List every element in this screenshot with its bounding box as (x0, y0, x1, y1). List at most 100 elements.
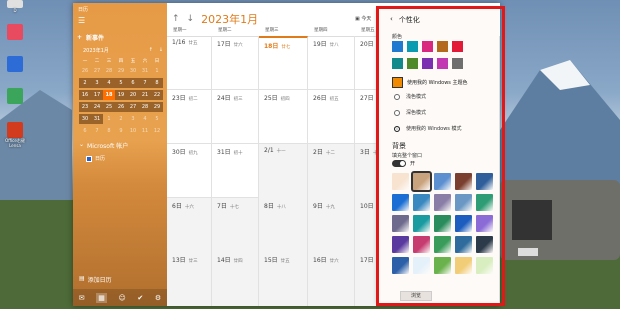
mini-day[interactable]: 1 (151, 66, 163, 76)
background-thumbnail[interactable] (434, 194, 451, 211)
today-button[interactable]: ▣ 今天 (355, 15, 371, 22)
mini-day[interactable]: 3 (91, 78, 103, 88)
month-title[interactable]: 2023年1月 (201, 11, 258, 27)
mini-day[interactable]: 29 (151, 102, 163, 112)
day-cell[interactable]: 17日 廿六 (212, 36, 259, 90)
background-thumbnail[interactable] (411, 171, 432, 192)
color-swatch[interactable] (422, 41, 433, 52)
background-thumbnail[interactable] (476, 194, 493, 211)
mini-day[interactable]: 30 (79, 114, 91, 124)
mini-day[interactable]: 28 (139, 102, 151, 112)
day-cell[interactable]: 25日 初四 (259, 90, 308, 144)
mini-day[interactable]: 2 (115, 114, 127, 124)
mini-day[interactable]: 2 (79, 78, 91, 88)
radio-dark-mode[interactable]: 深色模式 (394, 109, 426, 116)
color-swatch[interactable] (407, 41, 418, 52)
mini-day[interactable]: 16 (79, 90, 91, 100)
radio-button[interactable] (394, 93, 400, 100)
day-cell[interactable]: 23日 初二 (167, 90, 212, 144)
background-thumbnail[interactable] (455, 236, 472, 253)
radio-button[interactable] (394, 109, 400, 116)
mini-day[interactable]: 28 (103, 66, 115, 76)
down-arrow-icon[interactable]: ↓ (159, 47, 163, 53)
mini-day[interactable]: 31 (139, 66, 151, 76)
day-cell[interactable]: 30日 初九 (167, 144, 212, 198)
color-swatch[interactable] (392, 41, 403, 52)
mini-day[interactable]: 9 (115, 126, 127, 136)
mini-day[interactable]: 11 (139, 126, 151, 136)
mini-day[interactable]: 6 (127, 78, 139, 88)
mini-day[interactable]: 7 (91, 126, 103, 136)
prev-month-icon[interactable]: ↑ (172, 14, 180, 24)
mini-day[interactable]: 6 (79, 126, 91, 136)
people-icon[interactable]: ☺ (118, 294, 125, 302)
mini-day[interactable]: 19 (115, 90, 127, 100)
account-header[interactable]: ⌄ Microsoft 帐户 (79, 141, 128, 150)
day-cell[interactable]: 19日 廿八 (308, 36, 355, 90)
day-cell[interactable]: 2日 十二 (308, 144, 355, 198)
radio-light-mode[interactable]: 浅色模式 (394, 93, 426, 100)
hamburger-menu-icon[interactable]: ☰ (78, 17, 85, 25)
mini-day[interactable]: 1 (103, 114, 115, 124)
color-swatch[interactable] (437, 58, 448, 69)
day-cell[interactable]: 16日 廿六 (308, 252, 355, 306)
next-month-icon[interactable]: ↓ (187, 14, 195, 24)
background-thumbnail[interactable] (434, 173, 451, 190)
day-cell[interactable]: 6日 十六 (167, 198, 212, 252)
mini-day[interactable]: 31 (91, 114, 103, 124)
add-calendar-button[interactable]: ▤ 添加日历 (79, 275, 112, 284)
mini-day[interactable]: 4 (103, 78, 115, 88)
mini-day[interactable]: 5 (115, 78, 127, 88)
mini-day[interactable]: 17 (91, 90, 103, 100)
toggle-switch[interactable] (392, 160, 406, 167)
color-swatch[interactable] (422, 58, 433, 69)
settings-gear-icon[interactable]: ⚙ (155, 294, 161, 302)
mini-month-label[interactable]: 2023年1月 (83, 47, 109, 54)
background-thumbnail[interactable] (434, 236, 451, 253)
windows-color-swatch[interactable] (392, 77, 403, 88)
background-thumbnail[interactable] (455, 194, 472, 211)
background-thumbnail[interactable] (476, 236, 493, 253)
checkbox-checked[interactable] (86, 155, 92, 162)
mail-icon[interactable]: ✉ (79, 294, 85, 302)
day-cell[interactable]: 7日 十七 (212, 198, 259, 252)
mini-day[interactable]: 24 (91, 102, 103, 112)
day-cell[interactable]: 13日 廿三 (167, 252, 212, 306)
background-thumbnail[interactable] (392, 257, 409, 274)
background-thumbnail[interactable] (476, 215, 493, 232)
background-thumbnail[interactable] (434, 215, 451, 232)
day-cell[interactable]: 15日 廿五 (259, 252, 308, 306)
background-thumbnail[interactable] (455, 215, 472, 232)
mini-day[interactable]: 5 (151, 114, 163, 124)
mini-day-selected[interactable]: 18 (103, 90, 115, 100)
desktop-icon[interactable] (4, 24, 26, 40)
todo-icon[interactable]: ✔ (137, 294, 143, 302)
day-cell[interactable]: 31日 初十 (212, 144, 259, 198)
mini-day[interactable]: 8 (103, 126, 115, 136)
new-event-button[interactable]: + 新事件 (77, 33, 104, 42)
mini-day[interactable]: 4 (139, 114, 151, 124)
background-thumbnail[interactable] (392, 236, 409, 253)
mini-day[interactable]: 26 (79, 66, 91, 76)
desktop-icon[interactable]: Office右键Lensa (4, 122, 26, 148)
background-thumbnail[interactable] (392, 194, 409, 211)
background-thumbnail[interactable] (413, 236, 430, 253)
color-swatch[interactable] (452, 41, 463, 52)
background-thumbnail[interactable] (476, 173, 493, 190)
day-cell[interactable]: 9日 十九 (308, 198, 355, 252)
radio-windows-mode[interactable]: 使用我的 Windows 模式 (394, 125, 462, 132)
color-swatch[interactable] (392, 58, 403, 69)
color-swatch[interactable] (407, 58, 418, 69)
day-cell-today[interactable]: 18日 廿七 (259, 36, 308, 90)
calendar-list-item[interactable]: 日历 (86, 155, 105, 162)
calendar-icon[interactable]: ▦ (96, 292, 107, 303)
day-cell[interactable]: 14日 廿四 (212, 252, 259, 306)
mini-day[interactable]: 12 (151, 126, 163, 136)
day-cell[interactable]: 1/16 廿五 (167, 36, 212, 90)
background-thumbnail[interactable] (455, 173, 472, 190)
browse-button[interactable]: 浏览 (400, 291, 432, 301)
mini-day[interactable]: 10 (127, 126, 139, 136)
mini-day[interactable]: 8 (151, 78, 163, 88)
desktop-icon[interactable]: D (4, 0, 26, 13)
mini-day[interactable]: 20 (127, 90, 139, 100)
